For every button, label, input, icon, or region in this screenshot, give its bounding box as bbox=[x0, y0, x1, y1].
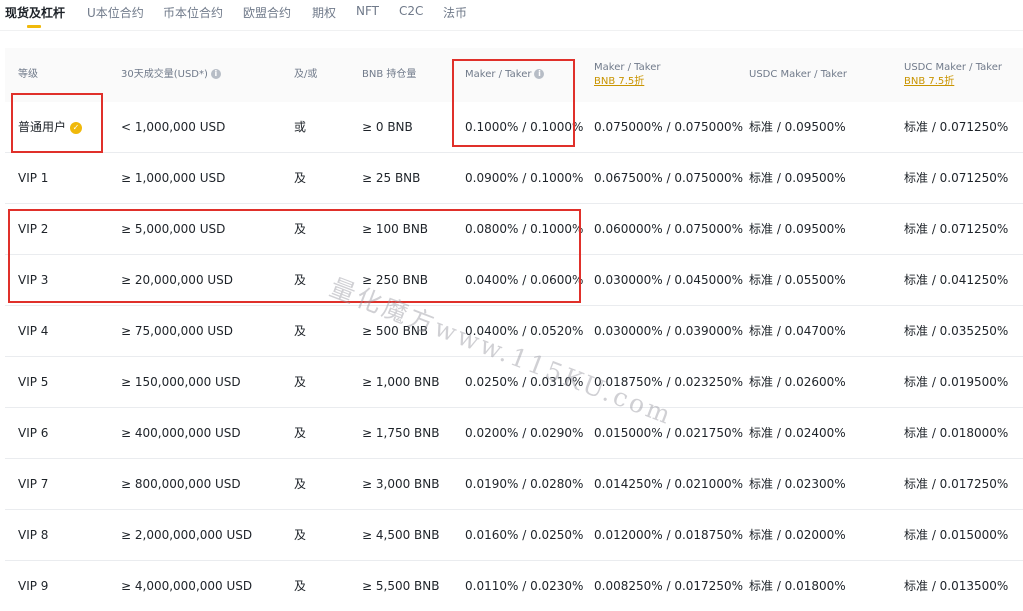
header-usdc-maker-taker: USDC Maker / Taker bbox=[749, 69, 847, 80]
level-cell: VIP 9 bbox=[18, 579, 49, 593]
level-cell: VIP 7 bbox=[18, 477, 49, 491]
maker-taker-cell: 0.0190% / 0.0280% bbox=[465, 477, 584, 491]
level-cell: VIP 5 bbox=[18, 375, 49, 389]
and-or-cell: 及 bbox=[294, 579, 307, 593]
level-cell: VIP 6 bbox=[18, 426, 49, 440]
usdc-bnb-cell: 标准 / 0.018000% bbox=[904, 426, 1009, 440]
bnb-discount-link[interactable]: BNB 7.5折 bbox=[904, 75, 1002, 89]
maker-taker-bnb-cell: 0.008250% / 0.017250% bbox=[594, 579, 743, 593]
table-row: VIP 7 ≥ 800,000,000 USD 及 ≥ 3,000 BNB 0.… bbox=[5, 459, 1023, 510]
maker-taker-bnb-cell: 0.014250% / 0.021000% bbox=[594, 477, 743, 491]
market-tabs: 现货及杠杆 U本位合约 币本位合约 欧盟合约 期权 NFT C2C 法币 bbox=[0, 0, 1023, 30]
usdc-bnb-cell: 标准 / 0.035250% bbox=[904, 324, 1009, 338]
header-volume: 30天成交量(USD*) i bbox=[121, 48, 221, 102]
table-row: VIP 9 ≥ 4,000,000,000 USD 及 ≥ 5,500 BNB … bbox=[5, 561, 1023, 611]
tab-usdm-futures[interactable]: U本位合约 bbox=[87, 4, 144, 21]
header-maker-taker-bnb: Maker / Taker BNB 7.5折 bbox=[594, 62, 661, 89]
usdc-cell: 标准 / 0.02600% bbox=[749, 375, 846, 389]
bnb-cell: ≥ 1,000 BNB bbox=[362, 375, 440, 389]
tab-nft[interactable]: NFT bbox=[356, 4, 379, 18]
usdc-cell: 标准 / 0.01800% bbox=[749, 579, 846, 593]
level-cell: VIP 8 bbox=[18, 528, 49, 542]
usdc-bnb-cell: 标准 / 0.071250% bbox=[904, 171, 1009, 185]
maker-taker-cell: 0.0160% / 0.0250% bbox=[465, 528, 584, 542]
tab-options[interactable]: 期权 bbox=[312, 4, 336, 21]
maker-taker-bnb-cell: 0.067500% / 0.075000% bbox=[594, 171, 743, 185]
bnb-cell: ≥ 4,500 BNB bbox=[362, 528, 440, 542]
bnb-discount-link[interactable]: BNB 7.5折 bbox=[594, 75, 660, 89]
active-tab-indicator bbox=[27, 25, 41, 28]
and-or-cell: 及 bbox=[294, 171, 307, 185]
level-cell: VIP 1 bbox=[18, 171, 49, 185]
volume-cell: ≥ 4,000,000,000 USD bbox=[121, 579, 253, 593]
and-or-cell: 及 bbox=[294, 426, 307, 440]
volume-cell: ≥ 1,000,000 USD bbox=[121, 171, 226, 185]
usdc-cell: 标准 / 0.05500% bbox=[749, 273, 846, 287]
usdc-bnb-cell: 标准 / 0.019500% bbox=[904, 375, 1009, 389]
maker-taker-bnb-cell: 0.030000% / 0.039000% bbox=[594, 324, 743, 338]
tab-coinm-futures[interactable]: 币本位合约 bbox=[163, 4, 223, 21]
table-row: VIP 6 ≥ 400,000,000 USD 及 ≥ 1,750 BNB 0.… bbox=[5, 408, 1023, 459]
volume-cell: ≥ 75,000,000 USD bbox=[121, 324, 234, 338]
usdc-bnb-cell: 标准 / 0.071250% bbox=[904, 222, 1009, 236]
usdc-cell: 标准 / 0.02000% bbox=[749, 528, 846, 542]
usdc-bnb-cell: 标准 / 0.071250% bbox=[904, 120, 1009, 134]
highlight-maker-taker bbox=[452, 59, 575, 147]
and-or-cell: 或 bbox=[294, 120, 307, 134]
maker-taker-bnb-cell: 0.030000% / 0.045000% bbox=[594, 273, 743, 287]
volume-cell: < 1,000,000 USD bbox=[121, 120, 226, 134]
volume-cell: ≥ 400,000,000 USD bbox=[121, 426, 241, 440]
and-or-cell: 及 bbox=[294, 477, 307, 491]
usdc-cell: 标准 / 0.02300% bbox=[749, 477, 846, 491]
header-usdc-maker-taker-bnb: USDC Maker / Taker BNB 7.5折 bbox=[904, 62, 1002, 89]
maker-taker-cell: 0.0900% / 0.1000% bbox=[465, 171, 584, 185]
usdc-cell: 标准 / 0.02400% bbox=[749, 426, 846, 440]
usdc-bnb-cell: 标准 / 0.015000% bbox=[904, 528, 1009, 542]
usdc-bnb-cell: 标准 / 0.017250% bbox=[904, 477, 1009, 491]
header-bnb-balance: BNB 持仓量 bbox=[362, 69, 417, 80]
usdc-cell: 标准 / 0.09500% bbox=[749, 120, 846, 134]
usdc-cell: 标准 / 0.04700% bbox=[749, 324, 846, 338]
level-cell: VIP 4 bbox=[18, 324, 49, 338]
tab-fiat[interactable]: 法币 bbox=[443, 4, 467, 21]
tab-eu-futures[interactable]: 欧盟合约 bbox=[243, 4, 291, 21]
and-or-cell: 及 bbox=[294, 375, 307, 389]
bnb-cell: ≥ 0 BNB bbox=[362, 120, 413, 134]
tabs-divider bbox=[0, 30, 1023, 31]
highlight-vip2-vip3 bbox=[8, 209, 581, 303]
info-icon[interactable]: i bbox=[210, 69, 221, 79]
bnb-cell: ≥ 5,500 BNB bbox=[362, 579, 440, 593]
maker-taker-bnb-cell: 0.060000% / 0.075000% bbox=[594, 222, 743, 236]
maker-taker-bnb-cell: 0.012000% / 0.018750% bbox=[594, 528, 743, 542]
usdc-bnb-cell: 标准 / 0.041250% bbox=[904, 273, 1009, 287]
table-row: VIP 1 ≥ 1,000,000 USD 及 ≥ 25 BNB 0.0900%… bbox=[5, 153, 1023, 204]
bnb-cell: ≥ 3,000 BNB bbox=[362, 477, 440, 491]
maker-taker-bnb-cell: 0.075000% / 0.075000% bbox=[594, 120, 743, 134]
and-or-cell: 及 bbox=[294, 528, 307, 542]
tab-spot-margin[interactable]: 现货及杠杆 bbox=[5, 4, 65, 21]
highlight-regular-user bbox=[11, 93, 103, 153]
tab-c2c[interactable]: C2C bbox=[399, 4, 423, 18]
usdc-bnb-cell: 标准 / 0.013500% bbox=[904, 579, 1009, 593]
and-or-cell: 及 bbox=[294, 324, 307, 338]
bnb-cell: ≥ 25 BNB bbox=[362, 171, 421, 185]
volume-cell: ≥ 800,000,000 USD bbox=[121, 477, 241, 491]
usdc-cell: 标准 / 0.09500% bbox=[749, 222, 846, 236]
usdc-cell: 标准 / 0.09500% bbox=[749, 171, 846, 185]
volume-cell: ≥ 150,000,000 USD bbox=[121, 375, 241, 389]
maker-taker-cell: 0.0200% / 0.0290% bbox=[465, 426, 584, 440]
bnb-cell: ≥ 1,750 BNB bbox=[362, 426, 440, 440]
volume-cell: ≥ 2,000,000,000 USD bbox=[121, 528, 253, 542]
maker-taker-cell: 0.0110% / 0.0230% bbox=[465, 579, 584, 593]
table-row: VIP 8 ≥ 2,000,000,000 USD 及 ≥ 4,500 BNB … bbox=[5, 510, 1023, 561]
header-and-or: 及/或 bbox=[294, 69, 318, 80]
